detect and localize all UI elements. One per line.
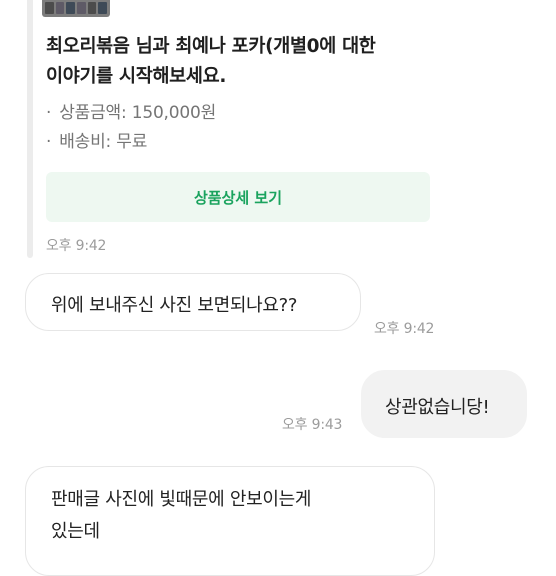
message-text: 위에 보내주신 사진 보면되나요?? xyxy=(51,295,298,316)
message-text-line-1: 판매글 사진에 빛때문에 안보이는게 xyxy=(51,489,312,510)
product-detail-button[interactable]: 상품상세 보기 xyxy=(46,172,430,222)
message-bubble-outgoing[interactable]: 상관없습니당! xyxy=(361,370,527,438)
price-row: · 상품금액: 150,000원 xyxy=(46,98,216,123)
title-line-2: 이야기를 시작해보세요. xyxy=(46,66,227,87)
product-card-title: 최오리볶음 님과 최예나 포카(개별0에 대한 이야기를 시작해보세요. xyxy=(46,32,426,92)
shipping-row: · 배송비: 무료 xyxy=(46,127,147,152)
card-accent-rail xyxy=(27,0,33,258)
shipping-label: 배송비: 무료 xyxy=(59,132,148,152)
message-bubble-incoming[interactable]: 판매글 사진에 빛때문에 안보이는게 있는데 xyxy=(25,466,435,576)
message-timestamp: 오후 9:42 xyxy=(374,321,435,337)
card-timestamp: 오후 9:42 xyxy=(46,238,107,254)
title-line-1: 최오리볶음 님과 최예나 포카(개별0에 대한 xyxy=(46,36,376,57)
bullet: · xyxy=(46,103,52,123)
message-text: 상관없습니당! xyxy=(385,397,490,418)
product-thumbnail[interactable] xyxy=(42,0,110,17)
message-bubble-incoming[interactable]: 위에 보내주신 사진 보면되나요?? xyxy=(25,273,361,331)
price-label: 상품금액: 150,000원 xyxy=(59,103,217,123)
message-text-line-2: 있는데 xyxy=(51,521,100,542)
bullet: · xyxy=(46,132,52,152)
message-timestamp: 오후 9:43 xyxy=(282,417,343,433)
